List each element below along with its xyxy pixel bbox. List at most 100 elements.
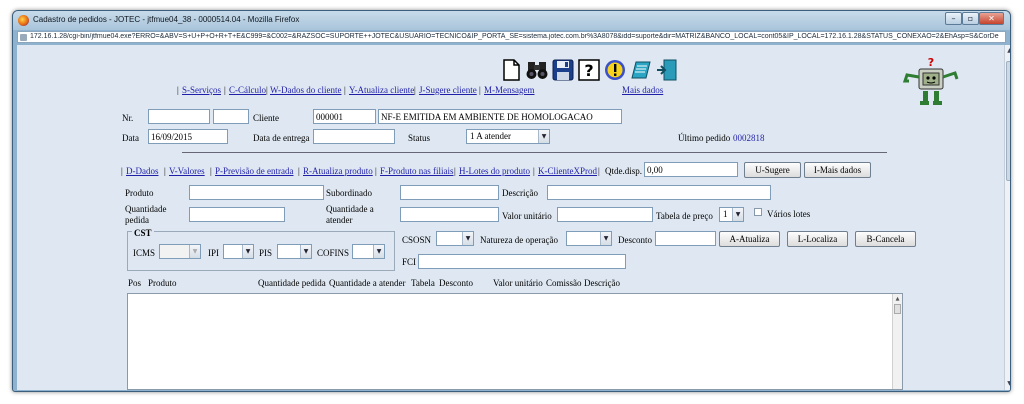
cst-legend: CST [132,228,154,238]
chevron-down-icon: ▼ [189,245,200,258]
nav-separator: | [454,166,456,176]
atualiza-button[interactable]: A-Atualiza [719,231,780,247]
quantidade-pedida-field[interactable] [189,207,285,222]
entrega-field[interactable] [313,129,395,144]
nav-separator: | [177,85,179,95]
scroll-down-icon[interactable]: ▼ [1006,380,1010,388]
quantidade-label-1: Quantidade [125,204,167,214]
cofins-label: COFINS [317,248,350,258]
natureza-select[interactable]: ▼ [566,231,612,246]
valor-unitario-label: Valor unitário [502,211,552,221]
link-atualiza-cliente[interactable]: Y-Atualiza cliente [349,85,414,95]
link-calculo[interactable]: C-Cálculo [229,85,266,95]
ipi-label: IPI [208,248,219,258]
chevron-down-icon: ▼ [300,245,311,258]
nr-field[interactable] [148,109,210,124]
minimize-button[interactable]: – [945,12,962,25]
maximize-button[interactable]: ▫ [962,12,979,25]
nav-separator: | [344,85,346,95]
link-lotes[interactable]: H-Lotes do produto [459,166,530,176]
exit-door-icon[interactable] [656,59,678,81]
link-mensagem[interactable]: M-Mensagem [484,85,535,95]
tabela-preco-select[interactable]: 1 ▼ [719,207,744,222]
status-select[interactable]: 1 A atender ▼ [466,129,550,144]
header-valor-unitario: Valor unitário [493,278,543,288]
varios-lotes-checkbox[interactable] [754,208,762,216]
list-scrollbar[interactable]: ▲ [892,294,902,389]
exclamation-icon[interactable] [604,59,626,81]
link-atualiza-produto[interactable]: R-Atualiza produto [303,166,373,176]
qtde-disp-label: Qtde.disp. [605,166,642,176]
link-valores[interactable]: V-Valores [169,166,205,176]
chevron-down-icon: ▼ [373,245,384,258]
save-disk-icon[interactable] [552,59,574,81]
quantidade-label-2: pedida [125,215,149,225]
nav-separator: | [164,166,166,176]
cofins-select[interactable]: ▼ [352,244,385,259]
title-bar: Cadastro de pedidos - JOTEC - jtfmue04_3… [13,11,1010,30]
nav-separator: | [266,85,268,95]
cliente-code-field[interactable] [313,109,376,124]
binoculars-icon[interactable] [526,59,548,81]
scroll-thumb[interactable] [894,304,901,314]
cancela-button[interactable]: B-Cancela [855,231,916,247]
header-pos: Pos [128,278,142,288]
header-quantidade-atender: Quantidade a atender [329,278,406,288]
tabela-preco-label: Tabela de preço [656,211,713,221]
page-scrollbar[interactable]: ▲ ▼ [1004,45,1010,390]
cst-group: CST ICMS ▼ IPI ▼ PIS ▼ COFINS ▼ [127,228,395,271]
descricao-field[interactable] [547,185,771,200]
data-field[interactable] [148,129,228,144]
csosn-select[interactable]: ▼ [436,231,474,246]
scroll-up-icon[interactable]: ▲ [894,295,901,303]
browser-window: Cadastro de pedidos - JOTEC - jtfmue04_3… [12,10,1011,392]
sugere-button[interactable]: U-Sugere [744,162,801,178]
scroll-up-icon[interactable]: ▲ [1006,47,1010,55]
produto-field[interactable] [189,185,324,200]
link-dados-cliente[interactable]: W-Dados do cliente [270,85,341,95]
notes-icon[interactable] [630,59,652,81]
header-tabela: Tabela [411,278,435,288]
produto-label: Produto [125,188,154,198]
close-button[interactable]: ✕ [979,12,1004,25]
qtd-atender-field[interactable] [400,207,499,222]
help-icon[interactable]: ? [578,59,600,81]
nav-separator: | [414,85,416,95]
link-sugere-cliente[interactable]: J-Sugere cliente [419,85,477,95]
header-produto: Produto [148,278,177,288]
subordinado-field[interactable] [400,185,499,200]
new-document-icon[interactable] [500,59,522,81]
desconto-field[interactable] [655,231,716,246]
nav-separator: | [533,166,535,176]
items-list[interactable]: ▲ [127,293,903,390]
link-produto-filiais[interactable]: F-Produto nas filiais [380,166,454,176]
qtde-disp-field[interactable] [644,162,738,177]
ipi-select[interactable]: ▼ [223,244,254,259]
link-cliente-xprod[interactable]: K-ClienteXProd [538,166,597,176]
svg-text:?: ? [584,61,593,80]
nav-separator: | [598,166,600,176]
data-label: Data [122,133,139,143]
pis-select[interactable]: ▼ [277,244,312,259]
nr-field-2[interactable] [213,109,249,124]
nav-separator: | [210,166,212,176]
link-previsao[interactable]: P-Previsão de entrada [215,166,293,176]
qtd-atender-label-2: atender [326,215,353,225]
cliente-label: Cliente [253,113,279,123]
page-content: ? ? | S-Serviços | C-Cálculo | W-Dados d… [17,45,1004,390]
link-servicos[interactable]: S-Serviços [182,85,221,95]
mais-dados-button[interactable]: I-Mais dados [804,162,871,178]
header-comissao: Comissão [546,278,582,288]
valor-unitario-field[interactable] [557,207,653,222]
cliente-name-field[interactable] [378,109,622,124]
nav-separator: | [224,85,226,95]
icms-select[interactable]: ▼ [159,244,201,259]
fci-field[interactable] [418,254,626,269]
qtd-atender-label-1: Quantidade a [326,204,374,214]
address-bar[interactable]: 172.16.1.28/cgi-bin/jtfmue04.exe?ERRO=&A… [17,31,1006,43]
localiza-button[interactable]: L-Localiza [787,231,848,247]
nav-separator: | [375,166,377,176]
link-dados[interactable]: D-Dados [126,166,159,176]
link-mais-dados[interactable]: Mais dados [622,85,663,95]
scroll-thumb[interactable] [1006,61,1010,181]
